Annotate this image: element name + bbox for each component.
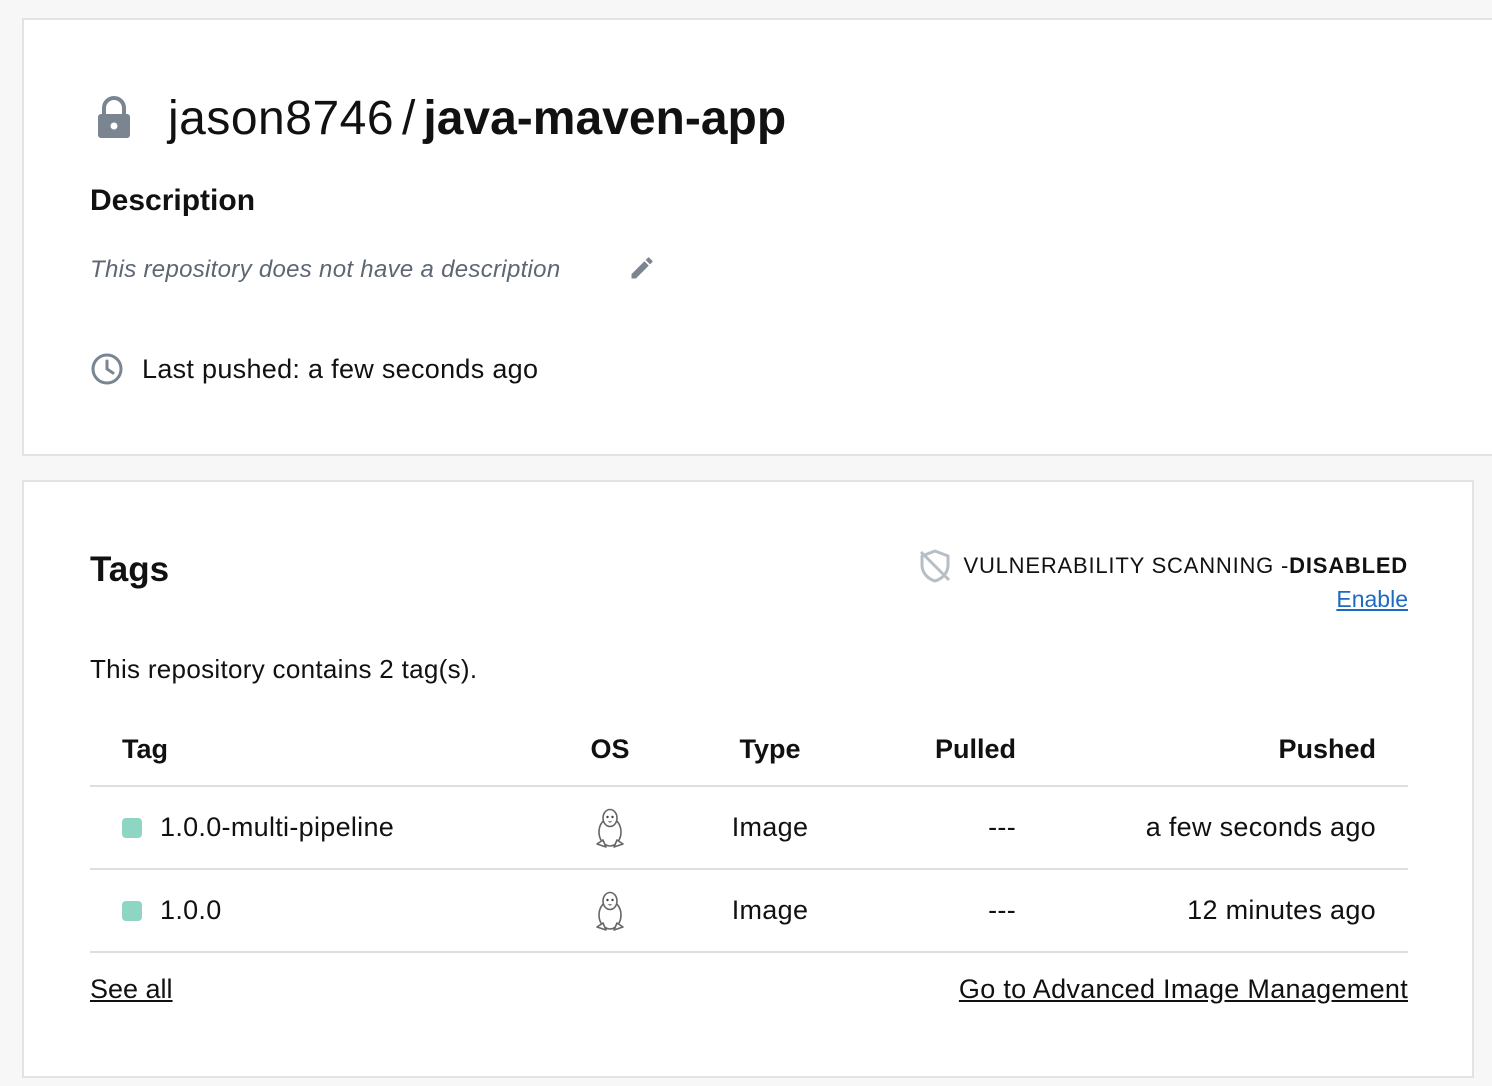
description-text: This repository does not have a descript… xyxy=(90,256,561,283)
vulnerability-scanning-value: DISABLED xyxy=(1289,553,1408,578)
tag-status-dot xyxy=(122,900,142,921)
tags-card: Tags VULNERABILITY SCANNING - DISABLED E… xyxy=(22,480,1474,1078)
os-cell xyxy=(540,786,680,870)
tag-cell: 1.0.0-multi-pipeline xyxy=(90,786,540,870)
table-row: 1.0.0-multi-pipeline Image --- a few sec… xyxy=(90,786,1408,870)
tags-table: Tag OS Type Pulled Pushed 1.0.0-multi-pi… xyxy=(90,714,1408,953)
repository-namespace: jason8746 xyxy=(168,91,395,145)
os-cell xyxy=(540,869,680,953)
repository-title: jason8746 / java-maven-app xyxy=(96,90,786,146)
advanced-image-management-link[interactable]: Go to Advanced Image Management xyxy=(959,974,1408,1005)
linux-icon xyxy=(596,808,624,848)
column-header-pulled: Pulled xyxy=(860,714,1030,787)
tag-cell: 1.0.0 xyxy=(90,869,540,953)
description-heading: Description xyxy=(90,184,256,217)
table-header-row: Tag OS Type Pulled Pushed xyxy=(90,714,1408,787)
linux-icon xyxy=(596,891,624,931)
column-header-type: Type xyxy=(680,714,860,787)
tag-link[interactable]: 1.0.0 xyxy=(160,895,222,926)
last-pushed: Last pushed: a few seconds ago xyxy=(90,352,538,386)
clock-icon xyxy=(91,353,123,385)
see-all-link[interactable]: See all xyxy=(90,974,173,1005)
repository-info-card: jason8746 / java-maven-app Description T… xyxy=(22,18,1492,456)
type-cell: Image xyxy=(680,786,860,870)
pencil-icon[interactable] xyxy=(628,254,656,282)
pushed-cell: 12 minutes ago xyxy=(1030,869,1408,953)
tag-link[interactable]: 1.0.0-multi-pipeline xyxy=(160,812,394,843)
vulnerability-scanning-label: VULNERABILITY SCANNING - xyxy=(963,553,1290,578)
pushed-cell: a few seconds ago xyxy=(1030,786,1408,870)
pulled-cell: --- xyxy=(860,869,1030,953)
tag-count-text: This repository contains 2 tag(s). xyxy=(90,654,478,684)
tag-status-dot xyxy=(122,817,142,838)
table-row: 1.0.0 Image --- 12 minutes ago xyxy=(90,869,1408,953)
vulnerability-scanning-status: VULNERABILITY SCANNING - DISABLED xyxy=(917,548,1408,584)
column-header-pushed: Pushed xyxy=(1030,714,1408,787)
tags-heading: Tags xyxy=(90,550,170,589)
repository-name: java-maven-app xyxy=(423,91,787,145)
column-header-tag: Tag xyxy=(90,714,540,787)
enable-scanning-link[interactable]: Enable xyxy=(1336,586,1408,613)
repository-separator: / xyxy=(402,91,416,145)
pulled-cell: --- xyxy=(860,786,1030,870)
type-cell: Image xyxy=(680,869,860,953)
column-header-os: OS xyxy=(540,714,680,787)
shield-off-icon xyxy=(920,549,951,583)
lock-icon xyxy=(98,96,130,138)
last-pushed-text: Last pushed: a few seconds ago xyxy=(142,353,539,384)
